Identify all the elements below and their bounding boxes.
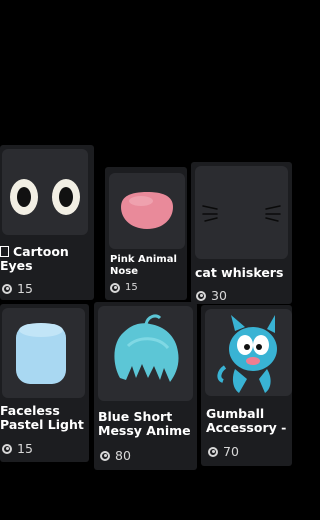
item-thumbnail — [2, 149, 88, 235]
pastel-head-icon — [16, 323, 66, 384]
item-name: cat whiskers — [195, 265, 284, 280]
item-name: Gumball Accessory - — [206, 406, 287, 436]
cartoon-eyes-icon — [2, 149, 88, 235]
blue-hair-icon — [114, 314, 179, 382]
robux-icon — [208, 446, 218, 457]
item-name: Pink Animal Nose — [110, 254, 177, 277]
catalog-item-blue-short-messy-anime[interactable]: Blue Short Messy Anime 80 — [94, 302, 197, 470]
item-name: Blue Short Messy Anime — [98, 409, 191, 439]
item-price: 80 — [100, 448, 131, 463]
item-price: 15 — [2, 441, 33, 456]
catalog-item-gumball-accessory[interactable]: Gumball Accessory - 70 — [201, 305, 292, 466]
robux-icon — [2, 443, 12, 454]
robux-icon — [196, 290, 206, 301]
item-price: 70 — [208, 444, 239, 459]
item-thumbnail — [205, 309, 292, 396]
robux-icon — [100, 450, 110, 461]
bundle-tag-icon — [0, 246, 9, 257]
catalog-item-cat-whiskers[interactable]: cat whiskers 30 — [191, 162, 292, 304]
catalog-item-faceless-pastel-light[interactable]: Faceless Pastel Light 15 — [0, 304, 89, 462]
item-name: Cartoon Eyes — [0, 244, 69, 274]
catalog-item-pink-animal-nose[interactable]: Pink Animal Nose 15 — [105, 167, 187, 300]
item-thumbnail — [195, 166, 288, 259]
item-thumbnail — [98, 306, 193, 401]
item-price: 15 — [2, 281, 33, 296]
gumball-accessory-icon — [217, 315, 277, 393]
robux-icon — [2, 283, 12, 294]
item-thumbnail — [2, 308, 85, 398]
item-name: Faceless Pastel Light — [0, 403, 84, 433]
cat-whiskers-icon — [202, 205, 281, 222]
item-price: 30 — [196, 288, 227, 303]
item-price: 15 — [110, 282, 138, 293]
robux-icon — [110, 282, 120, 293]
catalog-item-cartoon-eyes[interactable]: Cartoon Eyes 15 — [0, 145, 94, 300]
item-thumbnail — [109, 173, 185, 249]
pink-nose-icon — [121, 192, 173, 229]
